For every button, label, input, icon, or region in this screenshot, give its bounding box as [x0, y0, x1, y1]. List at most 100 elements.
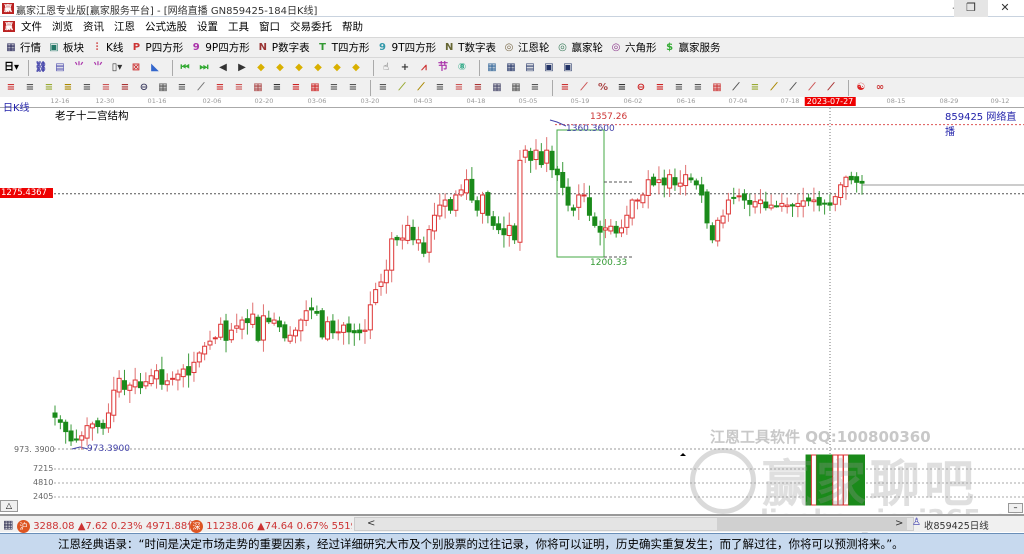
n2-icon[interactable]: ≡	[175, 81, 189, 95]
link-icon[interactable]: ⛓	[34, 61, 48, 75]
toolbar-button[interactable]: P P四方形	[129, 40, 184, 55]
percent-fan-icon[interactable]: ⟋	[577, 81, 591, 95]
taiji-icon[interactable]: ☯	[854, 81, 868, 95]
first-icon[interactable]: ⏮	[178, 61, 192, 75]
draw-line-icon[interactable]: ⩘	[417, 61, 431, 75]
menu-item[interactable]: 资讯	[78, 18, 109, 36]
square-fan-icon[interactable]: ⟋	[414, 81, 428, 95]
sh-index[interactable]: 沪 3288.08 ▲7.62 0.23% 4971.88亿	[17, 517, 197, 533]
next-icon[interactable]: ▶	[235, 61, 249, 75]
cycle-lines-icon[interactable]: ≡	[327, 81, 341, 95]
toolbar-button[interactable]: ◎ 六角形	[609, 40, 657, 55]
menu-item[interactable]: 公式选股	[140, 18, 192, 36]
calendar-icon[interactable]: ▦	[485, 61, 499, 75]
gold-split-icon[interactable]: ≡	[42, 81, 56, 95]
f-lines-icon[interactable]: ≡	[748, 81, 762, 95]
red-box-icon[interactable]: ▦	[308, 81, 322, 95]
red-square-icon[interactable]: ≡	[433, 81, 447, 95]
triangle-lines-icon[interactable]: ≡	[691, 81, 705, 95]
box-icon[interactable]: ▦	[251, 81, 265, 95]
move-up-icon[interactable]: ◆	[330, 61, 344, 75]
hand-icon[interactable]: ☝	[379, 61, 393, 75]
move-down-icon[interactable]: ◆	[349, 61, 363, 75]
toolbar-button[interactable]: N T数字表	[442, 40, 496, 55]
toolbar-button[interactable]: T T四方形	[316, 40, 369, 55]
toolbar-button[interactable]: ▦ 行情	[4, 40, 41, 55]
close-button[interactable]: ✕	[988, 0, 1022, 17]
menu-item[interactable]: 浏览	[47, 18, 78, 36]
pencil-icon[interactable]: ≡	[4, 81, 18, 95]
toolbar-button[interactable]: ▣ 板块	[47, 40, 84, 55]
menu-item[interactable]: 交易委托	[285, 18, 337, 36]
circle-icon[interactable]: ⊖	[137, 81, 151, 95]
fib-icon[interactable]: ≡	[80, 81, 94, 95]
prev-icon[interactable]: ◀	[216, 61, 230, 75]
overlay-icon[interactable]: ⊠	[129, 61, 143, 75]
red-fan-icon[interactable]: ⟋	[786, 81, 800, 95]
rect-icon[interactable]: ≡	[376, 81, 390, 95]
range-icon[interactable]: ≡	[346, 81, 360, 95]
candle-dropdown-icon[interactable]: ▯▾	[110, 61, 124, 75]
green-fan-icon[interactable]: ⟋	[767, 81, 781, 95]
calculator-icon[interactable]: ▦	[504, 61, 518, 75]
gold-split2-icon[interactable]: ≡	[61, 81, 75, 95]
horizontal-scrollbar[interactable]: < >	[354, 517, 914, 531]
formula-icon[interactable]: ⑧	[455, 61, 469, 75]
festival-icon[interactable]: 节	[436, 61, 450, 75]
wave-icon[interactable]: ≡	[99, 81, 113, 95]
scroll-right-button[interactable]: >	[895, 518, 903, 529]
grid-box-icon[interactable]: ▦	[509, 81, 523, 95]
color-flag-icon[interactable]: ◣	[148, 61, 162, 75]
grid-red-icon[interactable]: ▦	[490, 81, 504, 95]
sz-index[interactable]: 深 11238.06 ▲74.64 0.67% 5519.72亿	[190, 517, 352, 533]
zoom-in-icon[interactable]: ◆	[254, 61, 268, 75]
gold-circle-icon[interactable]: ⊖	[634, 81, 648, 95]
menu-item[interactable]: 工具	[223, 18, 254, 36]
save-icon[interactable]: ▣	[542, 61, 556, 75]
toolbar-button[interactable]: N P数字表	[256, 40, 310, 55]
toolbar-button[interactable]: ◎ 赢家轮	[556, 40, 603, 55]
red-fan2-icon[interactable]: ⟋	[805, 81, 819, 95]
snowflake-icon[interactable]: ≡	[232, 81, 246, 95]
expand-icon[interactable]: ◆	[292, 61, 306, 75]
percent-icon[interactable]: %	[596, 81, 610, 95]
menu-item[interactable]: 设置	[192, 18, 223, 36]
chart-up-icon[interactable]: ⺌	[72, 61, 86, 75]
trade-icon[interactable]: ▣	[561, 61, 575, 75]
parallel-lines-icon[interactable]: ≡	[23, 81, 37, 95]
speed-lines-icon[interactable]: ≡	[270, 81, 284, 95]
arc-icon[interactable]: ≡	[118, 81, 132, 95]
zoom-out-icon[interactable]: ◆	[273, 61, 287, 75]
toolbar-button[interactable]: 9 9T四方形	[376, 40, 436, 55]
crosshair-icon[interactable]: +	[398, 61, 412, 75]
collapse-panel-button[interactable]: △	[0, 500, 18, 512]
last-icon[interactable]: ⏭	[197, 61, 211, 75]
grid-lines-icon[interactable]: ▦	[156, 81, 170, 95]
toolbar-button[interactable]: ◎ 江恩轮	[502, 40, 550, 55]
red-bars-icon[interactable]: ≡	[289, 81, 303, 95]
note-icon[interactable]: ▤	[53, 61, 67, 75]
percent-lines-icon[interactable]: ≡	[615, 81, 629, 95]
menu-item[interactable]: 江恩	[109, 18, 140, 36]
gold-box-icon[interactable]: ▦	[710, 81, 724, 95]
restore-button[interactable]: ❐	[954, 0, 988, 17]
extend-icon[interactable]: ≡	[558, 81, 572, 95]
toolbar-button[interactable]: ⫶ K线	[90, 40, 124, 55]
target-icon[interactable]: ≡	[213, 81, 227, 95]
shrink-icon[interactable]: ◆	[311, 61, 325, 75]
gold-lines-icon[interactable]: ≡	[653, 81, 667, 95]
angle-icon[interactable]: ≡	[452, 81, 466, 95]
calculator-icon[interactable]: ▦	[3, 518, 13, 531]
angle-fan-icon[interactable]: ⟋	[194, 81, 208, 95]
toolbar-button[interactable]: 9 9P四方形	[189, 40, 250, 55]
report-icon[interactable]: ▤	[523, 61, 537, 75]
fan-icon[interactable]: ⟋	[395, 81, 409, 95]
scroll-thumb[interactable]	[717, 518, 907, 530]
menu-item[interactable]: 帮助	[337, 18, 368, 36]
scroll-left-button[interactable]: <	[367, 518, 375, 529]
slash-lines-icon[interactable]: ≡	[528, 81, 542, 95]
pen-arrow-icon[interactable]: ≡	[672, 81, 686, 95]
chart-down-icon[interactable]: ⺌	[91, 61, 105, 75]
infinity-icon[interactable]: ∞	[873, 81, 887, 95]
toolbar-button[interactable]: $ 赢家服务	[663, 40, 720, 55]
